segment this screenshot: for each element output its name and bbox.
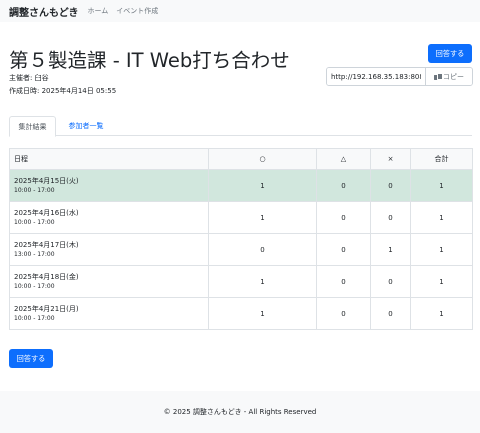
header-ok: ○ [208,148,317,170]
ng-count: 0 [370,169,411,202]
header-total: 合計 [410,148,473,170]
page-title: 第５製造課 - IT Web打ち合わせ [9,49,290,72]
ok-count: 0 [208,233,317,266]
header-date: 日程 [9,148,209,170]
ok-count: 1 [208,169,317,202]
footer-copyright: © 2025 調整さんもどき - All Rights Reserved [163,408,317,416]
date-text: 2025年4月21日(月) [14,304,79,313]
tab-bar: 集計結果 参加者一覧 [9,116,472,137]
footer: © 2025 調整さんもどき - All Rights Reserved [0,391,480,433]
ok-count: 1 [208,297,317,330]
date-text: 2025年4月18日(金) [14,272,79,281]
maybe-count: 0 [316,233,371,266]
date-cell: 2025年4月15日(火) 10:00 - 17:00 [9,169,209,202]
total-count: 1 [410,297,473,330]
header-ng: × [370,148,411,170]
copy-button[interactable]: コピー [426,68,472,85]
summary-table: 日程 ○ △ × 合計 2025年4月15日(火) 10:00 - 17:00 … [9,148,473,330]
total-count: 1 [410,201,473,234]
date-cell: 2025年4月18日(金) 10:00 - 17:00 [9,265,209,298]
share-url-group: コピー [326,67,473,86]
date-cell: 2025年4月21日(月) 10:00 - 17:00 [9,297,209,330]
ng-count: 0 [370,201,411,234]
maybe-count: 0 [316,201,371,234]
total-count: 1 [410,233,473,266]
table-header-row: 日程 ○ △ × 合計 [9,148,473,170]
tab-participants[interactable]: 参加者一覧 [59,116,113,136]
clipboard-icon [434,73,443,80]
created-at-text: 作成日時: 2025年4月14日 05:55 [9,87,117,95]
ok-count: 1 [208,265,317,298]
answer-button-bottom[interactable]: 回答する [9,349,53,368]
tab-summary[interactable]: 集計結果 [9,116,56,137]
header-maybe: △ [316,148,371,170]
navbar-brand[interactable]: 調整さんもどき [9,4,79,19]
time-text: 10:00 - 17:00 [14,282,55,290]
nav-link-create-event[interactable]: イベント作成 [116,6,158,16]
ng-count: 0 [370,297,411,330]
table-row: 2025年4月16日(水) 10:00 - 17:00 1 0 0 1 [9,201,473,234]
answer-button-top[interactable]: 回答する [428,44,472,63]
share-url-input[interactable] [327,68,426,85]
maybe-count: 0 [316,297,371,330]
table-row: 2025年4月21日(月) 10:00 - 17:00 1 0 0 1 [9,297,473,330]
table-row: 2025年4月17日(木) 13:00 - 17:00 0 0 1 1 [9,233,473,266]
ok-count: 1 [208,201,317,234]
table-row: 2025年4月15日(火) 10:00 - 17:00 1 0 0 1 [9,169,473,202]
date-cell: 2025年4月16日(水) 10:00 - 17:00 [9,201,209,234]
ng-count: 0 [370,265,411,298]
time-text: 10:00 - 17:00 [14,218,55,226]
time-text: 13:00 - 17:00 [14,250,55,258]
date-cell: 2025年4月17日(木) 13:00 - 17:00 [9,233,209,266]
date-text: 2025年4月17日(木) [14,240,79,249]
copy-button-label: コピー [443,72,464,81]
date-text: 2025年4月15日(火) [14,176,79,185]
time-text: 10:00 - 17:00 [14,186,55,194]
navbar: 調整さんもどき ホーム イベント作成 [0,0,480,22]
organizer-text: 主催者: 臼谷 [9,74,49,82]
maybe-count: 0 [316,265,371,298]
ng-count: 1 [370,233,411,266]
date-text: 2025年4月16日(水) [14,208,79,217]
time-text: 10:00 - 17:00 [14,314,55,322]
total-count: 1 [410,265,473,298]
maybe-count: 0 [316,169,371,202]
table-row: 2025年4月18日(金) 10:00 - 17:00 1 0 0 1 [9,265,473,298]
nav-link-home[interactable]: ホーム [88,6,109,16]
total-count: 1 [410,169,473,202]
